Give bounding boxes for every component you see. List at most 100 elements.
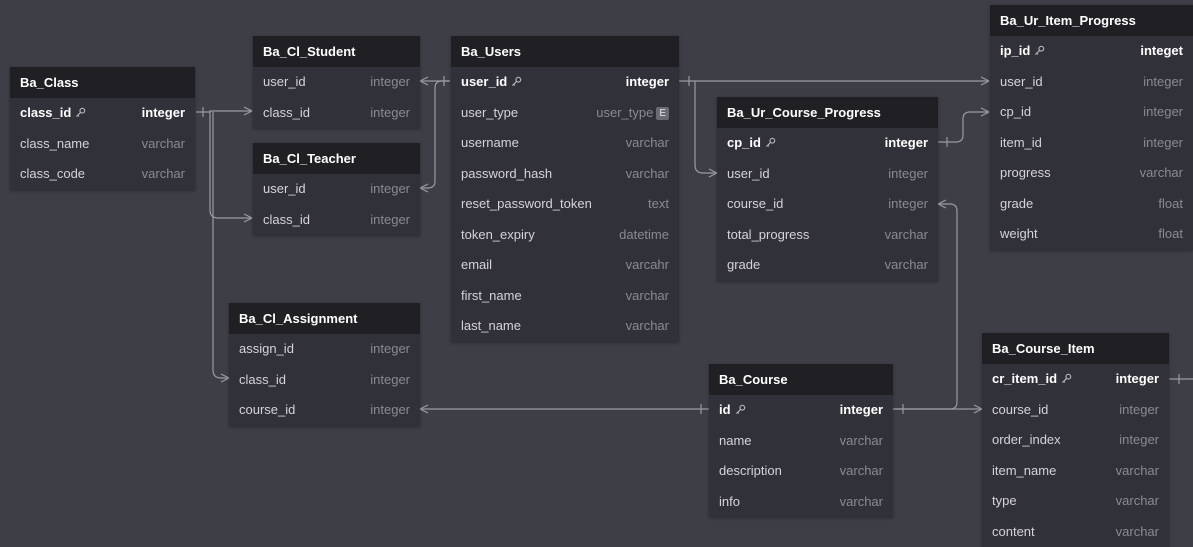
field-row-class-code[interactable]: class_codevarchar: [10, 159, 195, 190]
table-title[interactable]: Ba_Course: [709, 364, 893, 395]
field-name: course_id: [727, 196, 783, 211]
field-row-weight[interactable]: weight float: [990, 219, 1193, 250]
table-ba-users[interactable]: Ba_Usersuser_idintegeruser_typeuser_type…: [451, 36, 679, 342]
field-row-user-id[interactable]: user_idinteger: [451, 67, 679, 98]
field-row-order-index[interactable]: order_index integer: [982, 425, 1169, 456]
field-type: user_type: [596, 105, 653, 120]
table-ba-cl-student[interactable]: Ba_Cl_Studentuser_idintegerclass_idinteg…: [253, 36, 420, 128]
field-row-course-id[interactable]: course_idinteger: [982, 395, 1169, 426]
table-ba-cl-assignment[interactable]: Ba_Cl_Assignmentassign_idintegerclass_id…: [229, 303, 420, 426]
table-title[interactable]: Ba_Cl_Student: [253, 36, 420, 67]
field-row-cr-item-id[interactable]: cr_item_idinteger: [982, 364, 1169, 395]
table-title[interactable]: Ba_Cl_Assignment: [229, 303, 420, 334]
field-row-email[interactable]: email varcahr: [451, 250, 679, 281]
field-name: class_id: [20, 105, 71, 120]
field-row-user-id[interactable]: user_idinteger: [717, 159, 938, 190]
table-title[interactable]: Ba_Users: [451, 36, 679, 67]
field-row-user-id[interactable]: user_idinteger: [253, 174, 420, 205]
field-row-info[interactable]: infovarchar: [709, 487, 893, 518]
table-ba-course[interactable]: Ba_Courseidintegernamevarchardescription…: [709, 364, 893, 517]
field-name: username: [461, 135, 519, 150]
field-type-cell: integer: [370, 334, 410, 365]
table-ba-ur-item-progress[interactable]: Ba_Ur_Item_Progressip_idintegetuser_idin…: [990, 5, 1193, 250]
field-name-cell: cp_id: [1000, 97, 1031, 128]
field-type-cell: varchar: [1116, 517, 1159, 547]
table-title[interactable]: Ba_Class: [10, 67, 195, 98]
enum-badge: E: [656, 107, 669, 120]
field-type: varchar: [840, 494, 883, 509]
field-row-username[interactable]: usernamevarchar: [451, 128, 679, 159]
table-title[interactable]: Ba_Ur_Item_Progress: [990, 5, 1193, 36]
key-icon: [1061, 364, 1072, 395]
diagram-canvas[interactable]: Ba_Classclass_idintegerclass_namevarchar…: [0, 0, 1193, 545]
field-type-cell: varchar: [840, 456, 883, 487]
field-type: float: [1158, 196, 1183, 211]
field-name: class_id: [263, 105, 310, 120]
field-row-description[interactable]: descriptionvarchar: [709, 456, 893, 487]
field-row-item-name[interactable]: item_namevarchar: [982, 456, 1169, 487]
table-title[interactable]: Ba_Cl_Teacher: [253, 143, 420, 174]
many-marker: [938, 200, 946, 208]
field-row-user-id[interactable]: user_idinteger: [990, 67, 1193, 98]
field-row-class-id[interactable]: class_idinteger: [10, 98, 195, 129]
field-type: text: [648, 196, 669, 211]
field-row-course-id[interactable]: course_id integer: [229, 395, 420, 426]
field-row-reset-password-token[interactable]: reset_password_tokentext: [451, 189, 679, 220]
table-title[interactable]: Ba_Ur_Course_Progress: [717, 97, 938, 128]
field-row-name[interactable]: namevarchar: [709, 426, 893, 457]
field-name: order_index: [992, 432, 1061, 447]
field-row-last-name[interactable]: last_namevarchar: [451, 311, 679, 342]
field-type: integer: [370, 402, 410, 417]
field-name-cell: type: [992, 486, 1017, 517]
field-name-cell: course_id: [239, 395, 295, 426]
field-row-class-name[interactable]: class_namevarchar: [10, 129, 195, 160]
field-row-class-id[interactable]: class_idinteger: [253, 98, 420, 129]
field-row-grade[interactable]: gradefloat: [990, 189, 1193, 220]
field-row-ip-id[interactable]: ip_idinteget: [990, 36, 1193, 67]
field-row-id[interactable]: idinteger: [709, 395, 893, 426]
field-type-cell: datetime: [619, 220, 669, 251]
field-row-content[interactable]: contentvarchar: [982, 517, 1169, 547]
table-ba-ur-course-progress[interactable]: Ba_Ur_Course_Progresscp_idintegeruser_id…: [717, 97, 938, 281]
field-row-cp-id[interactable]: cp_idinteger: [717, 128, 938, 159]
field-row-first-name[interactable]: first_namevarchar: [451, 281, 679, 312]
field-row-password-hash[interactable]: password_hashvarchar: [451, 159, 679, 190]
table-ba-course-item[interactable]: Ba_Course_Itemcr_item_idintegercourse_id…: [982, 333, 1169, 547]
field-row-class-id[interactable]: class_idinteger: [253, 205, 420, 236]
field-row-course-id[interactable]: course_idinteger: [717, 189, 938, 220]
field-type-cell: varchar: [840, 426, 883, 457]
field-type: integer: [626, 74, 669, 89]
field-name: cp_id: [727, 135, 761, 150]
field-row-cp-id[interactable]: cp_idinteger: [990, 97, 1193, 128]
table-ba-class[interactable]: Ba_Classclass_idintegerclass_namevarchar…: [10, 67, 195, 190]
field-row-user-type[interactable]: user_typeuser_typeE: [451, 98, 679, 129]
field-name-cell: class_id: [239, 365, 286, 396]
field-name-cell: weight: [1000, 219, 1038, 250]
field-type-cell: varcahr: [626, 250, 669, 281]
field-row-user-id[interactable]: user_idinteger: [253, 67, 420, 98]
field-row-assign-id[interactable]: assign_idinteger: [229, 334, 420, 365]
many-marker: [981, 108, 989, 116]
field-name-cell: user_id: [727, 159, 770, 190]
field-type-cell: integet: [1140, 36, 1183, 67]
field-row-grade[interactable]: gradevarchar: [717, 250, 938, 281]
field-row-type[interactable]: type varchar: [982, 486, 1169, 517]
field-row-item-id[interactable]: item_idinteger: [990, 128, 1193, 159]
field-row-class-id[interactable]: class_idinteger: [229, 365, 420, 396]
field-type: integer: [1119, 432, 1159, 447]
field-row-progress[interactable]: progressvarchar: [990, 158, 1193, 189]
key-icon: [765, 128, 776, 159]
field-name-cell: email: [461, 250, 492, 281]
table-title[interactable]: Ba_Course_Item: [982, 333, 1169, 364]
field-row-total-progress[interactable]: total_progressvarchar: [717, 220, 938, 251]
field-name-cell: password_hash: [461, 159, 552, 190]
field-name-cell: class_name: [20, 129, 89, 160]
field-type-cell: varchar: [1116, 486, 1159, 517]
many-marker: [221, 374, 229, 382]
field-name-cell: last_name: [461, 311, 521, 342]
field-row-token-expiry[interactable]: token_expirydatetime: [451, 220, 679, 251]
field-type-cell: float: [1158, 219, 1183, 250]
table-ba-cl-teacher[interactable]: Ba_Cl_Teacheruser_idintegerclass_idinteg…: [253, 143, 420, 235]
field-type: varchar: [840, 463, 883, 478]
field-type-cell: user_typeE: [596, 98, 669, 129]
